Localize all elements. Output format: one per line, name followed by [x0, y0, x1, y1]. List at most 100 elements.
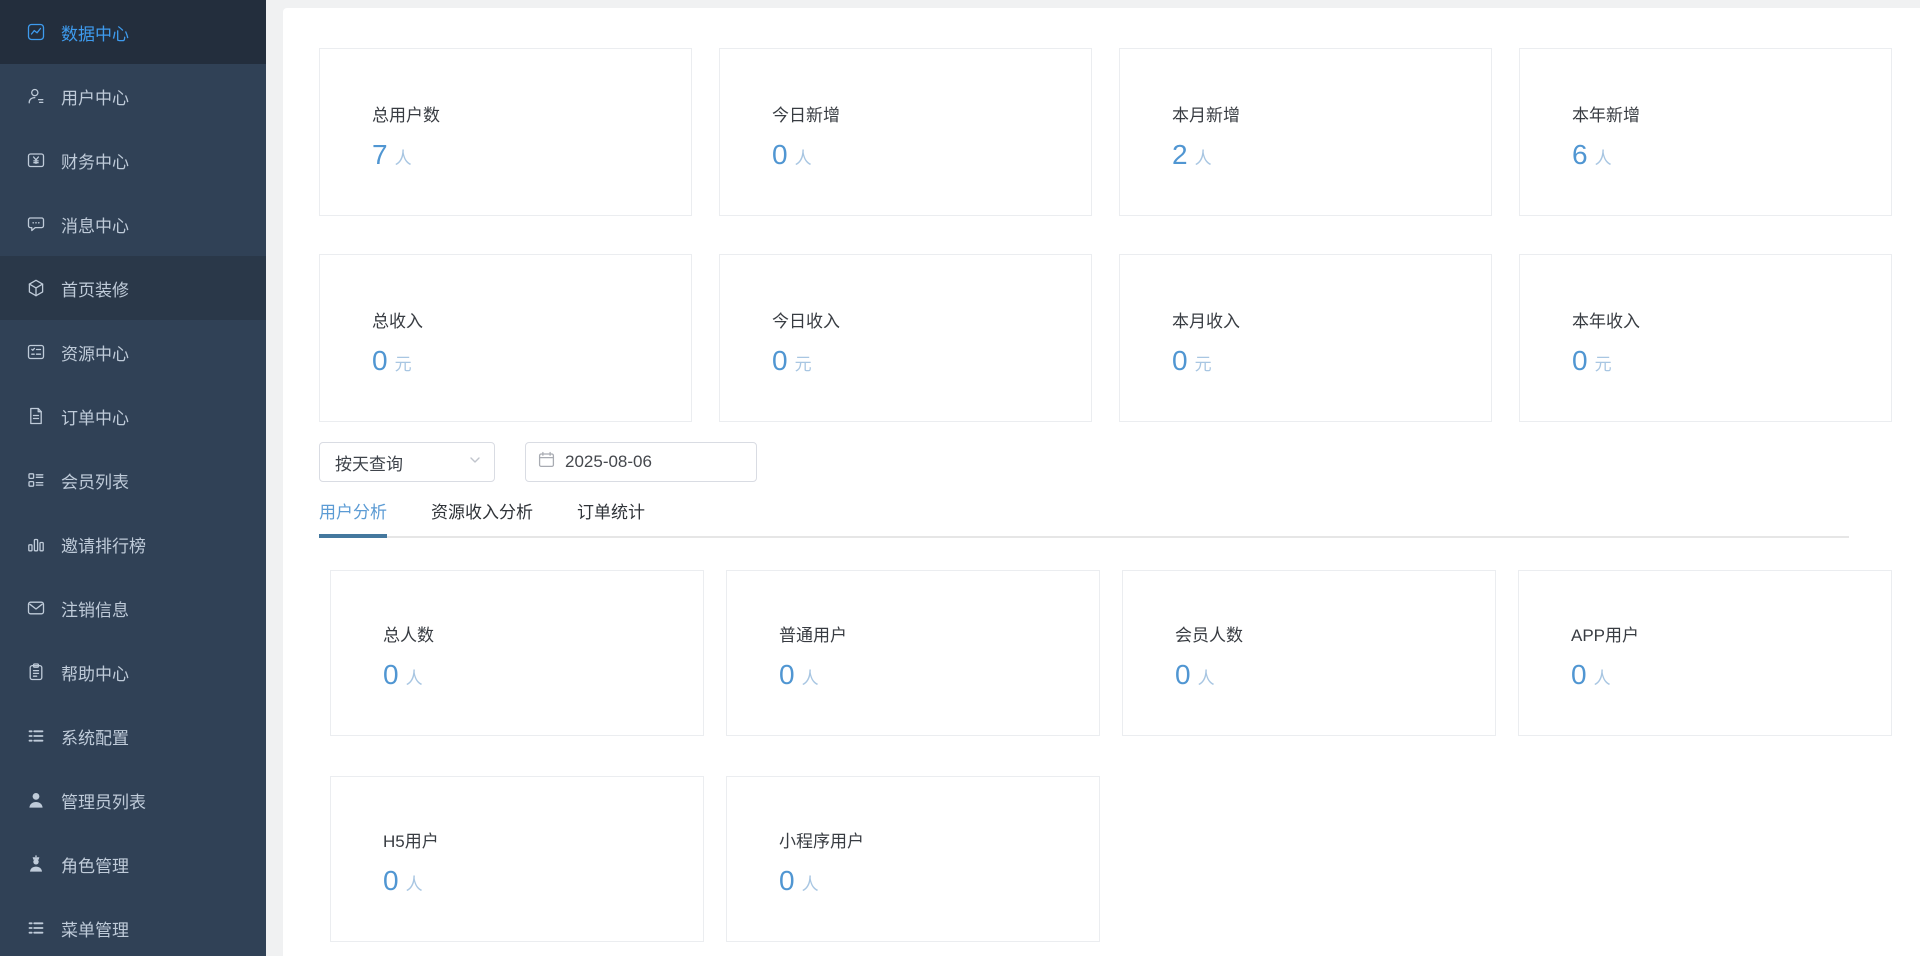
sidebar-item-menu-management[interactable]: 菜单管理 — [0, 896, 266, 956]
stat-label: 普通用户 — [779, 626, 847, 645]
calendar-icon — [538, 451, 555, 473]
sidebar-item-label: 数据中心 — [61, 24, 129, 44]
member-list-icon — [26, 470, 46, 490]
stat-card-month-revenue: 本月收入 0元 — [1119, 254, 1492, 422]
sidebar-item-help-center[interactable]: 帮助中心 — [0, 640, 266, 704]
cube-icon — [26, 278, 46, 298]
stat-value: 0人 — [779, 659, 819, 690]
sidebar-item-label: 菜单管理 — [61, 920, 129, 940]
menu-lines-icon — [26, 726, 46, 746]
stat-card-today-new: 今日新增 0人 — [719, 48, 1092, 216]
sidebar-item-label: 首页装修 — [61, 280, 129, 300]
sidebar-item-label: 财务中心 — [61, 152, 129, 172]
stat-value: 0人 — [1571, 659, 1611, 690]
stat-card-member-count: 会员人数 0人 — [1122, 570, 1496, 736]
sidebar-item-message-center[interactable]: 消息中心 — [0, 192, 266, 256]
main-area: 总用户数 7人 今日新增 0人 本月新增 2人 本年新增 6人 总收入 0 元 … — [266, 0, 1920, 956]
stat-label: 会员人数 — [1175, 626, 1243, 645]
sidebar-item-order-center[interactable]: 订单中心 — [0, 384, 266, 448]
sidebar-item-label: 帮助中心 — [61, 664, 129, 684]
sidebar-item-label: 注销信息 — [61, 600, 129, 620]
sidebar-item-homepage-decoration[interactable]: 首页装修 — [0, 256, 266, 320]
filter-row: 按天查询 2025-08-06 — [319, 442, 1892, 482]
stat-label: 本月新增 — [1172, 106, 1240, 125]
date-value: 2025-08-06 — [565, 452, 652, 471]
sidebar-item-label: 订单中心 — [61, 408, 129, 428]
date-picker-input[interactable]: 2025-08-06 — [525, 442, 757, 482]
chevron-down-icon — [468, 452, 482, 472]
stat-label: 本年新增 — [1572, 106, 1640, 125]
clipboard-icon — [26, 662, 46, 682]
query-type-select[interactable]: 按天查询 — [319, 442, 495, 482]
message-bubble-icon — [26, 214, 46, 234]
stat-value: 0元 — [772, 345, 812, 376]
stat-label: 总人数 — [383, 626, 434, 645]
stat-value: 0人 — [772, 139, 812, 170]
finance-box-icon — [26, 150, 46, 170]
app-root: 数据中心 用户中心 财务中心 消息中心 首页装修 资源中心 订单中心 会员列表 … — [0, 0, 1920, 956]
stat-value: 0元 — [1172, 345, 1212, 376]
sidebar-item-label: 系统配置 — [61, 728, 129, 748]
sidebar-item-label: 邀请排行榜 — [61, 536, 146, 556]
tab-order-statistics[interactable]: 订单统计 — [577, 498, 645, 536]
stat-card-month-new: 本月新增 2人 — [1119, 48, 1492, 216]
sidebar-item-label: 消息中心 — [61, 216, 129, 236]
stat-value: 0元 — [1572, 345, 1612, 376]
overview-section: 总用户数 7人 今日新增 0人 本月新增 2人 本年新增 6人 总收入 0 元 … — [319, 48, 1892, 422]
sidebar-item-label: 用户中心 — [61, 88, 129, 108]
analysis-tabs: 用户分析 资源收入分析 订单统计 — [319, 498, 1849, 538]
role-person-icon — [26, 854, 46, 874]
trend-chart-icon — [26, 22, 46, 42]
sidebar-item-admin-list[interactable]: 管理员列表 — [0, 768, 266, 832]
stat-value: 0人 — [383, 865, 423, 896]
stat-label: 今日收入 — [772, 312, 840, 331]
sidebar-item-logout-info[interactable]: 注销信息 — [0, 576, 266, 640]
stat-card-year-revenue: 本年收入 0元 — [1519, 254, 1892, 422]
stat-label: 本月收入 — [1172, 312, 1240, 331]
stat-label: 总用户数 — [372, 106, 440, 125]
sidebar-item-system-config[interactable]: 系统配置 — [0, 704, 266, 768]
stat-value: 6人 — [1572, 139, 1612, 170]
bar-chart-icon — [26, 534, 46, 554]
sidebar-item-label: 资源中心 — [61, 344, 129, 364]
sidebar-item-data-center[interactable]: 数据中心 — [0, 0, 266, 64]
stat-value: 0元 — [372, 345, 412, 376]
sidebar-item-resource-center[interactable]: 资源中心 — [0, 320, 266, 384]
stat-label: H5用户 — [383, 832, 439, 851]
tab-resource-revenue-analysis[interactable]: 资源收入分析 — [431, 498, 533, 536]
sidebar-item-invite-ranking[interactable]: 邀请排行榜 — [0, 512, 266, 576]
stat-card-h5-users: H5用户 0人 — [330, 776, 704, 942]
sidebar-item-user-center[interactable]: 用户中心 — [0, 64, 266, 128]
stat-card-today-revenue: 今日收入 0元 — [719, 254, 1092, 422]
stat-value: 2人 — [1172, 139, 1212, 170]
mail-icon — [26, 598, 46, 618]
admin-person-icon — [26, 790, 46, 810]
sidebar-item-label: 会员列表 — [61, 472, 129, 492]
resource-list-icon — [26, 342, 46, 362]
stat-card-miniprogram-users: 小程序用户 0人 — [726, 776, 1100, 942]
stat-card-total-users: 总用户数 7人 — [319, 48, 692, 216]
stat-card-normal-users: 普通用户 0人 — [726, 570, 1100, 736]
order-document-icon — [26, 406, 46, 426]
query-type-value: 按天查询 — [335, 454, 403, 474]
stat-label: 小程序用户 — [779, 832, 864, 851]
sidebar-item-member-list[interactable]: 会员列表 — [0, 448, 266, 512]
stat-label: 总收入 — [372, 312, 423, 331]
sidebar-item-label: 角色管理 — [61, 856, 129, 876]
stat-value: 0人 — [1175, 659, 1215, 690]
stat-card-app-users: APP用户 0人 — [1518, 570, 1892, 736]
tab-user-analysis[interactable]: 用户分析 — [319, 498, 387, 538]
main-panel: 总用户数 7人 今日新增 0人 本月新增 2人 本年新增 6人 总收入 0 元 … — [283, 8, 1920, 956]
user-icon — [26, 86, 46, 106]
stat-label: 本年收入 — [1572, 312, 1640, 331]
stat-card-total-people: 总人数 0人 — [330, 570, 704, 736]
stat-card-year-new: 本年新增 6人 — [1519, 48, 1892, 216]
stat-value: 0人 — [779, 865, 819, 896]
stat-value: 0人 — [383, 659, 423, 690]
sidebar-item-label: 管理员列表 — [61, 792, 146, 812]
sidebar-item-finance-center[interactable]: 财务中心 — [0, 128, 266, 192]
stat-label: 今日新增 — [772, 106, 840, 125]
sidebar-item-role-management[interactable]: 角色管理 — [0, 832, 266, 896]
stat-label: APP用户 — [1571, 626, 1640, 645]
sidebar: 数据中心 用户中心 财务中心 消息中心 首页装修 资源中心 订单中心 会员列表 … — [0, 0, 266, 956]
